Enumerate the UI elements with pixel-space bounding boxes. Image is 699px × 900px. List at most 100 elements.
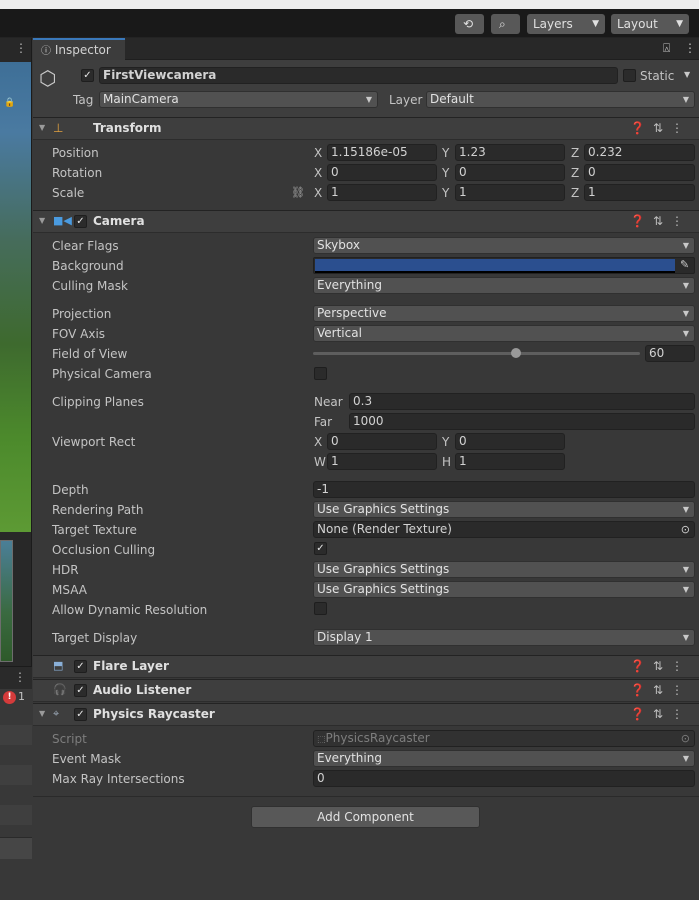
game-view[interactable] xyxy=(0,540,13,662)
position-y-field[interactable]: 1.23 xyxy=(455,144,565,161)
depth-label: Depth xyxy=(52,483,89,497)
scene-view[interactable]: 🔒 xyxy=(0,62,31,532)
rendering-path-dropdown[interactable]: Use Graphics Settings ▼ xyxy=(313,501,695,518)
flare-layer-icon: ⬒ xyxy=(53,659,64,672)
flare-layer-header[interactable]: ⬒ ✓ Flare Layer ❓⇅⋮ xyxy=(33,655,699,678)
physical-camera-checkbox[interactable] xyxy=(314,367,327,380)
more-options-icon[interactable]: ⋮ xyxy=(14,670,26,684)
scale-y-field[interactable]: 1 xyxy=(455,184,565,201)
position-x-field[interactable]: 1.15186e-05 xyxy=(327,144,437,161)
camera-header[interactable]: ▼ ■◀ ✓ Camera ❓⇅⋮ xyxy=(33,210,699,233)
tag-dropdown[interactable]: MainCamera ▼ xyxy=(99,91,378,108)
error-icon[interactable]: ! xyxy=(3,691,16,704)
viewport-y-field[interactable]: 0 xyxy=(455,433,565,450)
layout-dropdown[interactable]: Layout ▼ xyxy=(611,14,689,34)
foldout-icon[interactable]: ▼ xyxy=(39,123,45,132)
target-display-dropdown[interactable]: Display 1 ▼ xyxy=(313,629,695,646)
axis-y-label: Y xyxy=(442,435,450,449)
axis-z-label: Z xyxy=(571,146,580,160)
audio-listener-header[interactable]: 🎧 ✓ Audio Listener ❓⇅⋮ xyxy=(33,679,699,702)
layers-dropdown[interactable]: Layers ▼ xyxy=(527,14,605,34)
fov-axis-dropdown[interactable]: Vertical ▼ xyxy=(313,325,695,342)
fov-slider-thumb[interactable] xyxy=(510,348,521,358)
constrain-proportions-icon[interactable]: ⛓ xyxy=(291,186,305,199)
event-mask-value: Everything xyxy=(317,751,382,765)
object-name-field[interactable]: FirstViewcamera xyxy=(99,67,618,84)
tab-inspector-label: Inspector xyxy=(54,43,111,57)
clear-flags-label: Clear Flags xyxy=(52,239,119,253)
chevron-down-icon: ▼ xyxy=(682,281,689,290)
fov-field[interactable]: 60 xyxy=(645,345,695,362)
console-tabbar: ⋮ xyxy=(0,666,32,690)
depth-field[interactable]: -1 xyxy=(313,481,695,498)
msaa-dropdown[interactable]: Use Graphics Settings ▼ xyxy=(313,581,695,598)
component-actions[interactable]: ❓⇅⋮ xyxy=(630,707,691,721)
msaa-value: Use Graphics Settings xyxy=(317,582,450,596)
event-mask-dropdown[interactable]: Everything ▼ xyxy=(313,750,695,767)
scale-x-field[interactable]: 1 xyxy=(327,184,437,201)
eyedropper-icon[interactable]: ✎ xyxy=(680,258,689,271)
history-button[interactable]: ⟲ xyxy=(455,14,484,34)
lock-icon[interactable]: ⍓ xyxy=(663,41,670,56)
add-component-button[interactable]: Add Component xyxy=(251,806,480,828)
fov-axis-label: FOV Axis xyxy=(52,327,106,341)
axis-y-label: Y xyxy=(442,146,450,160)
more-options-icon[interactable]: ⋮ xyxy=(684,41,696,55)
physics-raycaster-header[interactable]: ▼ ⌖ ✓ Physics Raycaster ❓⇅⋮ xyxy=(33,703,699,726)
dynamic-resolution-checkbox[interactable] xyxy=(314,602,327,615)
top-strip xyxy=(0,0,699,9)
far-field[interactable]: 1000 xyxy=(349,413,695,430)
foldout-icon[interactable]: ▼ xyxy=(39,709,45,718)
axis-w-label: W xyxy=(314,455,326,469)
culling-mask-dropdown[interactable]: Everything ▼ xyxy=(313,277,695,294)
rotation-label: Rotation xyxy=(52,166,103,180)
viewport-rect-label: Viewport Rect xyxy=(52,435,136,449)
flare-layer-checkbox[interactable]: ✓ xyxy=(74,660,87,673)
static-dropdown-icon[interactable]: ▼ xyxy=(684,70,690,79)
search-button[interactable]: ⌕ xyxy=(491,14,520,34)
object-picker-icon[interactable]: ⊙ xyxy=(681,522,690,537)
component-actions[interactable]: ❓⇅⋮ xyxy=(630,659,691,673)
max-ray-field[interactable]: 0 xyxy=(313,770,695,787)
viewport-w-field[interactable]: 1 xyxy=(327,453,437,470)
physics-raycaster-title: Physics Raycaster xyxy=(93,707,215,721)
max-ray-label: Max Ray Intersections xyxy=(52,772,185,786)
component-actions[interactable]: ❓⇅⋮ xyxy=(630,683,691,697)
rotation-x-field[interactable]: 0 xyxy=(327,164,437,181)
scale-z-field[interactable]: 1 xyxy=(584,184,695,201)
layer-value: Default xyxy=(430,92,474,106)
rendering-path-value: Use Graphics Settings xyxy=(317,502,450,516)
far-label: Far xyxy=(314,415,333,429)
near-field[interactable]: 0.3 xyxy=(349,393,695,410)
transform-header[interactable]: ▼ ⊥ Transform ❓⇅⋮ xyxy=(33,117,699,140)
target-texture-field[interactable]: None (Render Texture) ⊙ xyxy=(313,521,695,538)
viewport-x-field[interactable]: 0 xyxy=(327,433,437,450)
foldout-icon[interactable]: ▼ xyxy=(39,216,45,225)
rotation-y-field[interactable]: 0 xyxy=(455,164,565,181)
audio-listener-checkbox[interactable]: ✓ xyxy=(74,684,87,697)
script-icon: ⬚ xyxy=(317,735,326,745)
physics-raycaster-checkbox[interactable]: ✓ xyxy=(74,708,87,721)
static-checkbox[interactable] xyxy=(623,69,636,82)
background-color-field[interactable]: ✎ xyxy=(313,257,695,274)
occlusion-culling-checkbox[interactable]: ✓ xyxy=(314,542,327,555)
object-active-checkbox[interactable]: ✓ xyxy=(81,69,94,82)
axis-y-label: Y xyxy=(442,186,450,200)
chevron-down-icon: ▼ xyxy=(682,505,689,514)
position-z-field[interactable]: 0.232 xyxy=(584,144,695,161)
more-options-icon[interactable]: ⋮ xyxy=(15,41,27,55)
component-actions[interactable]: ❓⇅⋮ xyxy=(630,121,691,135)
lock-icon: 🔒 xyxy=(4,98,16,108)
error-count: 1 xyxy=(18,690,25,703)
camera-enabled-checkbox[interactable]: ✓ xyxy=(74,215,87,228)
rotation-z-field[interactable]: 0 xyxy=(584,164,695,181)
hdr-dropdown[interactable]: Use Graphics Settings ▼ xyxy=(313,561,695,578)
fov-slider-track[interactable] xyxy=(313,348,640,358)
occlusion-culling-label: Occlusion Culling xyxy=(52,543,156,557)
layer-dropdown[interactable]: Default ▼ xyxy=(426,91,695,108)
tab-inspector[interactable]: ⓘ Inspector xyxy=(33,38,125,60)
component-actions[interactable]: ❓⇅⋮ xyxy=(630,214,691,228)
clear-flags-dropdown[interactable]: Skybox ▼ xyxy=(313,237,695,254)
viewport-h-field[interactable]: 1 xyxy=(455,453,565,470)
projection-dropdown[interactable]: Perspective ▼ xyxy=(313,305,695,322)
